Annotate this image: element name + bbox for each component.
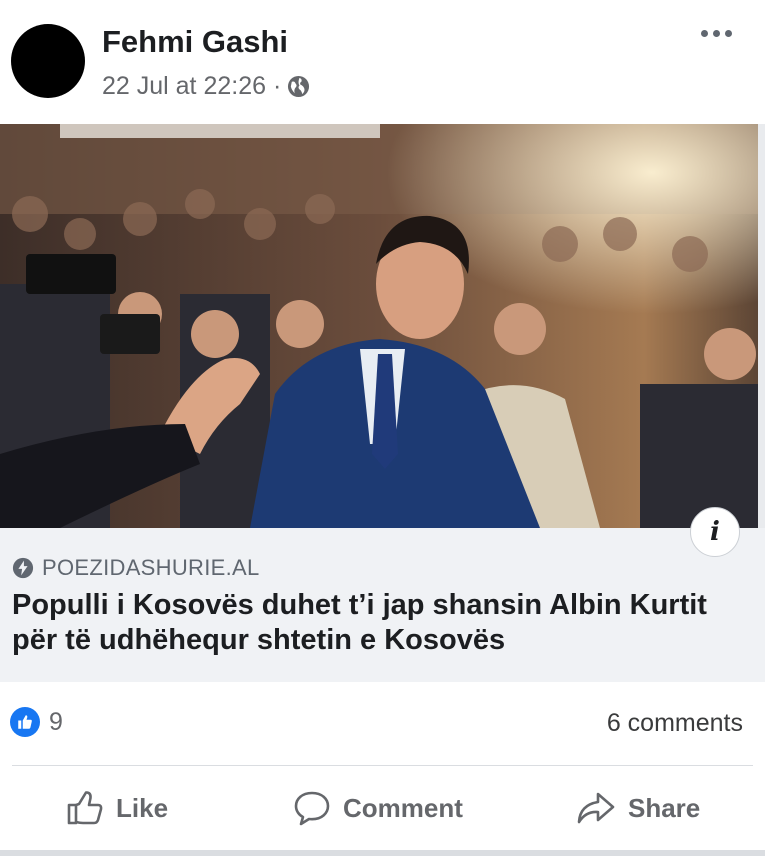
post-meta: 22 Jul at 22:26 · bbox=[102, 72, 310, 101]
share-button[interactable]: Share bbox=[576, 790, 700, 826]
comments-count[interactable]: 6 comments bbox=[607, 709, 743, 738]
meta-separator: · bbox=[273, 72, 282, 100]
share-label: Share bbox=[628, 792, 701, 823]
like-label: Like bbox=[116, 792, 169, 823]
bolt-icon bbox=[12, 557, 34, 579]
author-name[interactable]: Fehmi Gashi bbox=[102, 24, 288, 60]
info-button[interactable]: i bbox=[690, 507, 740, 557]
globe-icon[interactable] bbox=[287, 75, 310, 98]
thumbs-up-icon bbox=[67, 791, 103, 825]
like-count: 9 bbox=[49, 707, 63, 736]
share-icon bbox=[577, 792, 615, 824]
image-edge bbox=[758, 124, 765, 528]
comment-label: Comment bbox=[343, 792, 463, 823]
domain-label: POEZIDASHURIE.AL bbox=[42, 555, 260, 580]
link-preview-image[interactable] bbox=[0, 124, 758, 528]
link-headline[interactable]: Populli i Kosovës duhet t’i jap shansin … bbox=[12, 588, 732, 658]
post-timestamp[interactable]: 22 Jul at 22:26 bbox=[102, 72, 266, 101]
like-reaction-icon bbox=[10, 707, 40, 737]
comment-icon bbox=[294, 791, 330, 826]
more-options-icon[interactable] bbox=[701, 30, 732, 37]
link-domain[interactable]: POEZIDASHURIE.AL bbox=[12, 555, 260, 581]
post-bottom-border bbox=[0, 850, 765, 856]
avatar[interactable] bbox=[11, 24, 85, 98]
post-header: Fehmi Gashi 22 Jul at 22:26 · bbox=[0, 0, 765, 124]
comment-button[interactable]: Comment bbox=[293, 790, 463, 826]
action-bar: Like Comment Share bbox=[0, 766, 765, 850]
like-button[interactable]: Like bbox=[66, 790, 168, 826]
reactions-summary[interactable]: 9 bbox=[10, 707, 63, 737]
